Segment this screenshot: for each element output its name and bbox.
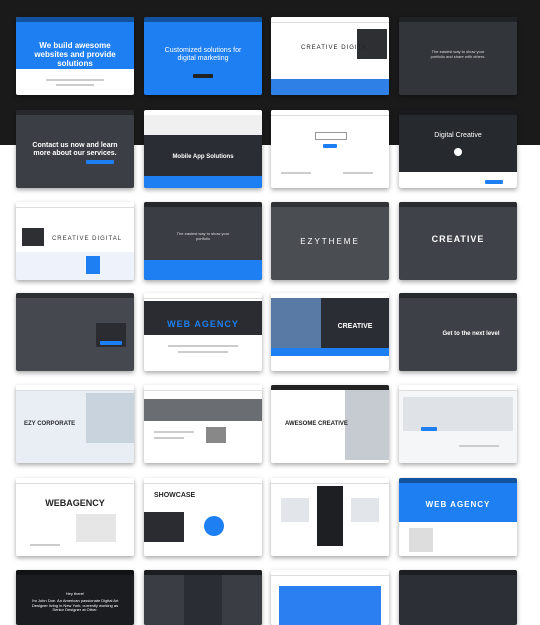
template-thumbnail[interactable]: EZYTHEME xyxy=(271,202,389,280)
template-thumbnail[interactable]: Hey there! I'm John Doe. An American pas… xyxy=(16,570,134,625)
thumb-navbar xyxy=(399,478,517,483)
thumb-navbar xyxy=(271,478,389,484)
thumb-headline: Digital Creative xyxy=(434,132,482,139)
thumb-navbar xyxy=(271,110,389,116)
thumb-cta-button[interactable] xyxy=(323,144,337,148)
thumb-headline: EZYTHEME xyxy=(300,237,360,246)
thumb-headline: CREATIVE DIGITAL xyxy=(51,236,123,242)
template-thumbnail[interactable] xyxy=(399,385,517,463)
thumb-cta-button[interactable] xyxy=(485,180,503,184)
template-thumbnail[interactable] xyxy=(271,570,389,625)
thumb-cta-button[interactable] xyxy=(86,160,114,164)
thumb-navbar xyxy=(144,202,262,207)
template-thumbnail[interactable]: Contact us now and learn more about our … xyxy=(16,110,134,188)
thumb-headline: AWESOME CREATIVE xyxy=(285,421,348,427)
template-thumbnail[interactable]: Digital Creative xyxy=(399,110,517,188)
thumb-navbar xyxy=(271,570,389,576)
template-thumbnail[interactable] xyxy=(144,385,262,463)
thumb-headline: Customized solutions for digital marketi… xyxy=(164,47,242,63)
template-thumbnail[interactable]: Get to the next level xyxy=(399,293,517,371)
thumb-headline: CREATIVE xyxy=(431,234,485,244)
template-thumbnail[interactable]: WEB AGENCY xyxy=(399,478,517,556)
template-thumbnail[interactable]: Mobile App Solutions xyxy=(144,110,262,188)
template-thumbnail[interactable]: AWESOME CREATIVE xyxy=(271,385,389,463)
laptop-image xyxy=(357,29,387,59)
thumb-navbar xyxy=(399,202,517,207)
thumb-navbar xyxy=(16,17,134,22)
thumb-navbar xyxy=(144,17,262,22)
thumb-cta-button[interactable] xyxy=(193,74,213,78)
template-thumbnail[interactable]: We build awesome websites and provide so… xyxy=(16,17,134,95)
template-thumbnail[interactable]: CREATIVE DIGITAL xyxy=(16,202,134,280)
template-thumbnail[interactable]: CREATIVE DIGITA xyxy=(271,17,389,95)
thumb-headline: Mobile App Solutions xyxy=(172,154,234,160)
play-icon[interactable] xyxy=(454,148,462,156)
template-thumbnail[interactable] xyxy=(144,570,262,625)
thumb-headline: WEB AGENCY xyxy=(167,319,239,329)
thumb-navbar xyxy=(16,110,134,115)
thumb-navbar xyxy=(271,202,389,207)
product-image xyxy=(279,586,381,625)
thumb-headline: CREATIVE DIGITA xyxy=(301,45,367,51)
thumb-navbar xyxy=(144,385,262,391)
thumb-headline: Contact us now and learn more about our … xyxy=(32,142,118,158)
template-thumbnail[interactable]: Customized solutions for digital marketi… xyxy=(144,17,262,95)
thumb-headline: The easiest way to show your portfolio xyxy=(176,231,230,241)
thumb-navbar xyxy=(399,293,517,298)
thumb-navbar xyxy=(16,293,134,298)
thumb-navbar xyxy=(144,478,262,484)
thumb-headline: Get to the next level xyxy=(442,331,500,337)
template-thumbnail[interactable] xyxy=(271,478,389,556)
thumb-navbar xyxy=(144,293,262,299)
thumb-navbar xyxy=(16,570,134,575)
template-thumbnail[interactable]: WEBAGENCY xyxy=(16,478,134,556)
thumb-navbar xyxy=(399,570,517,575)
template-thumbnail[interactable] xyxy=(16,293,134,371)
thumb-headline: SHOWCASE xyxy=(154,492,196,499)
thumb-navbar xyxy=(399,110,517,115)
template-thumbnail[interactable] xyxy=(271,110,389,188)
thumb-cta-button[interactable] xyxy=(421,427,437,431)
template-thumbnail[interactable]: The easiest way to show your portfolio a… xyxy=(399,17,517,95)
thumb-cta-button[interactable] xyxy=(100,341,122,345)
thumb-headline: The easiest way to show your portfolio a… xyxy=(430,49,486,59)
template-thumbnail[interactable] xyxy=(399,570,517,625)
template-thumbnail[interactable]: CREATIVE xyxy=(271,293,389,371)
thumb-headline: EZY CORPORATE xyxy=(24,421,76,427)
thumb-navbar xyxy=(399,17,517,22)
thumb-headline: We build awesome websites and provide so… xyxy=(34,41,116,69)
template-thumbnail[interactable]: WEB AGENCY xyxy=(144,293,262,371)
thumb-bio: I'm John Doe. An American passionate Dig… xyxy=(31,598,119,613)
circle-graphic xyxy=(204,516,224,536)
thumb-navbar xyxy=(16,385,134,391)
thumb-headline: WEBAGENCY xyxy=(45,498,105,508)
thumb-headline: CREATIVE xyxy=(337,323,373,330)
thumb-headline: WEB AGENCY xyxy=(425,500,491,509)
thumb-navbar xyxy=(16,478,134,484)
template-thumbnail[interactable]: The easiest way to show your portfolio xyxy=(144,202,262,280)
thumb-navbar xyxy=(399,385,517,391)
thumb-navbar xyxy=(16,202,134,208)
thumb-greeting: Hey there! xyxy=(65,591,85,596)
thumb-navbar xyxy=(271,17,389,23)
template-thumbnail[interactable]: EZY CORPORATE xyxy=(16,385,134,463)
template-thumbnail[interactable]: CREATIVE xyxy=(399,202,517,280)
template-thumbnail[interactable]: SHOWCASE xyxy=(144,478,262,556)
